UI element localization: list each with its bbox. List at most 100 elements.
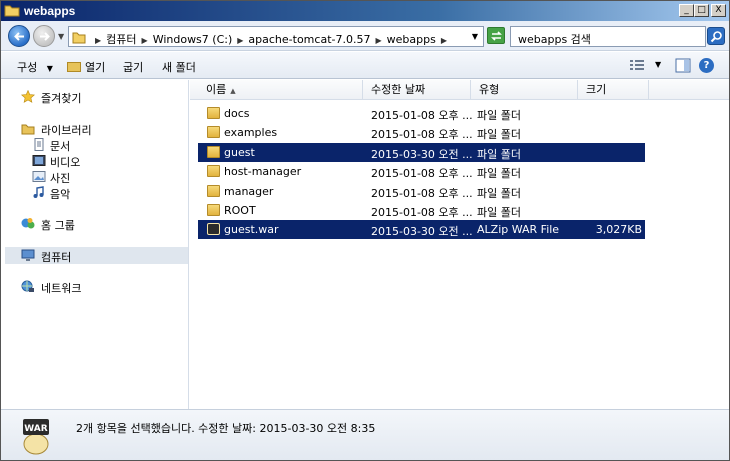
chevron-right-icon[interactable]: ▶ [441,36,447,45]
breadcrumb-item[interactable]: apache-tomcat-7.0.57 [248,33,370,46]
folder-icon [72,32,86,44]
file-name: guest [224,145,255,159]
chevron-down-icon: ▼ [46,64,53,73]
breadcrumb-item[interactable]: 컴퓨터 [106,33,136,46]
sort-ascending-icon: ▲ [230,87,236,95]
file-type: ALZip WAR File [477,223,560,237]
forward-button[interactable] [33,25,55,47]
organize-button[interactable]: 구성 ▼ [17,59,53,75]
open-button[interactable]: 열기 [67,59,105,75]
folder-icon [207,184,220,197]
file-date: 2015-01-08 오후 ... [371,167,473,181]
chevron-right-icon[interactable]: ▶ [375,36,381,45]
nav-item-computer[interactable]: 컴퓨터 [5,247,188,264]
file-name: manager [224,184,274,198]
refresh-icon [491,31,502,41]
explorer-window: webapps _ □ X ▼ ▶ 컴퓨터 ▶ Windows7 (C:) ▶ apach… [0,0,730,461]
window-title: webapps [24,4,76,18]
nav-item-videos[interactable]: 비디오 [5,152,188,169]
address-dropdown-icon[interactable]: ▼ [472,32,478,41]
file-date: 2015-01-08 오후 ... [371,206,473,219]
navigation-pane: 즐겨찾기 라이브러리 문서 비디오 사진 음악 홈 그룹 컴퓨터 네트워크 [5,80,189,409]
file-row[interactable]: docs 2015-01-08 오후 ... 파일 폴더 [198,104,645,123]
open-label: 열기 [85,61,106,74]
file-row[interactable]: examples 2015-01-08 오후 ... 파일 폴더 [198,123,645,142]
music-icon [33,186,44,198]
file-list: 이름 ▲ 수정한 날짜 유형 크기 docs 2015-01-08 오후 ... 파일… [190,80,729,409]
file-type: 파일 폴더 [477,186,521,200]
recent-pages-dropdown-icon[interactable]: ▼ [58,32,64,41]
view-dropdown-icon[interactable]: ▼ [655,60,661,69]
file-type: 파일 폴더 [477,147,521,161]
column-header-name[interactable]: 이름 ▲ [190,80,363,100]
war-file-icon [207,223,220,236]
breadcrumb-item[interactable]: webapps [387,33,436,46]
address-bar[interactable]: ▶ 컴퓨터 ▶ Windows7 (C:) ▶ apache-tomcat-7.0.57 ▶… [68,26,484,47]
war-file-icon: WAR [23,419,49,455]
title-bar[interactable]: webapps _ □ X [1,1,729,21]
video-icon [32,155,46,166]
library-icon [21,124,35,135]
nav-item-documents[interactable]: 문서 [5,136,188,153]
maximize-button[interactable]: □ [694,4,709,17]
burn-button[interactable]: 굽기 [123,59,143,75]
close-button[interactable]: X [711,4,726,17]
folder-icon [207,126,220,139]
nav-item-music[interactable]: 음악 [5,184,188,201]
nav-label: 즐겨찾기 [41,92,82,105]
organize-label: 구성 [17,61,38,74]
refresh-button[interactable] [487,27,505,44]
nav-item-network[interactable]: 네트워크 [5,278,188,295]
file-row[interactable]: manager 2015-01-08 오후 ... 파일 폴더 [198,182,645,201]
help-icon[interactable]: ? [699,58,714,73]
file-date: 2015-01-08 오후 ... [371,186,473,200]
column-header-label: 이름 [206,83,227,96]
file-date: 2015-03-30 오전 ... [371,225,473,239]
column-header-size[interactable]: 크기 [578,80,649,100]
folder-icon [207,107,220,119]
picture-icon [32,171,46,182]
file-name: ROOT [224,204,256,217]
file-name: guest.war [224,223,279,237]
file-type: 파일 폴더 [477,109,521,122]
nav-label: 음악 [50,188,71,201]
file-row[interactable]: host-manager 2015-01-08 오후 ... 파일 폴더 [198,162,645,181]
folder-icon [207,204,220,216]
nav-label: 네트워크 [41,282,82,295]
search-icon [710,31,722,43]
nav-item-favorites[interactable]: 즐겨찾기 [5,88,188,105]
file-type: 파일 폴더 [477,167,521,181]
file-type: 파일 폴더 [477,128,521,142]
chevron-right-icon: ▶ [95,36,102,45]
search-placeholder: webapps 검색 [518,33,591,46]
nav-item-homegroup[interactable]: 홈 그룹 [5,215,188,232]
search-input[interactable]: webapps 검색 [510,26,706,47]
column-header-type[interactable]: 유형 [471,80,578,100]
breadcrumb-item[interactable]: Windows7 (C:) [153,33,233,46]
back-button[interactable] [8,25,30,47]
breadcrumb: ▶ 컴퓨터 ▶ Windows7 (C:) ▶ apache-tomcat-7.0.57 ▶… [90,31,452,47]
file-size: 3,027KB [595,223,642,237]
column-header-row: 이름 ▲ 수정한 날짜 유형 크기 [190,80,729,100]
column-header-date[interactable]: 수정한 날짜 [363,80,471,100]
chevron-right-icon[interactable]: ▶ [237,36,243,45]
nav-item-libraries[interactable]: 라이브러리 [5,120,188,137]
file-date: 2015-03-30 오전 ... [371,147,473,161]
chevron-right-icon[interactable]: ▶ [142,36,148,45]
file-row[interactable]: guest 2015-03-30 오전 ... 파일 폴더 [198,142,645,162]
folder-icon [4,5,20,17]
view-options-icon[interactable] [629,58,645,72]
star-icon [21,90,35,103]
war-file-icon-label: WAR [24,424,47,434]
new-folder-button[interactable]: 새 폴더 [162,59,196,75]
nav-label: 홈 그룹 [41,219,75,232]
nav-item-pictures[interactable]: 사진 [5,168,188,185]
file-row[interactable]: guest.war 2015-03-30 오전 ... ALZip WAR File… [198,220,645,240]
file-date: 2015-01-08 오후 ... [371,128,473,142]
search-button[interactable] [707,27,725,45]
network-icon [21,280,34,292]
file-row[interactable]: ROOT 2015-01-08 오후 ... 파일 폴더 [198,201,645,220]
preview-pane-icon[interactable] [675,58,691,73]
minimize-button[interactable]: _ [679,4,694,17]
address-row: ▼ ▶ 컴퓨터 ▶ Windows7 (C:) ▶ apache-tomcat-7.0.5… [1,21,729,51]
